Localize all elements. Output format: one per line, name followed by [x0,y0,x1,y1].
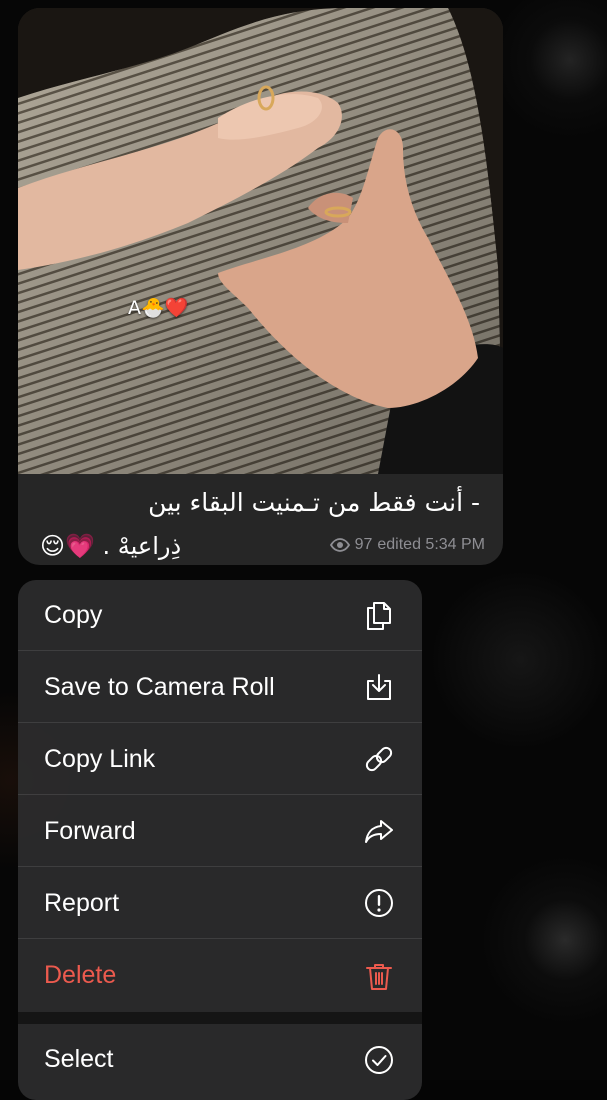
menu-item-label: Delete [44,961,362,990]
menu-item-delete[interactable]: Delete [18,940,422,1011]
message-caption-line2: 😌💗 . ذِراعيهْ [40,532,181,560]
menu-item-label: Forward [44,817,362,846]
trash-icon [362,959,396,993]
message-caption-line1: - أنت فقط من تـمنيت البقاء بين [40,486,480,520]
forward-arrow-icon [362,814,396,848]
photo-image [18,8,503,474]
menu-item-copy[interactable]: Copy [18,580,422,651]
copy-icon [362,598,396,632]
menu-item-select[interactable]: Select [18,1024,422,1095]
menu-item-label: Copy Link [44,745,362,774]
context-menu: Copy Save to Camera Roll Copy Link [18,580,422,1100]
menu-item-label: Select [44,1045,362,1074]
views-eye-icon [330,538,350,552]
menu-item-forward[interactable]: Forward [18,796,422,867]
photo-overlay-text: A🐣❤️ [128,296,188,319]
menu-item-label: Report [44,889,362,918]
exclamation-circle-icon [362,886,396,920]
link-icon [362,742,396,776]
menu-item-label: Save to Camera Roll [44,673,362,702]
menu-item-copy-link[interactable]: Copy Link [18,724,422,795]
message-bubble[interactable]: A🐣❤️ - أنت فقط من تـمنيت البقاء بين 😌💗 .… [18,8,503,565]
message-meta: 97 edited 5:34 PM [330,536,485,554]
message-photo[interactable]: A🐣❤️ [18,8,503,474]
menu-item-save-to-camera-roll[interactable]: Save to Camera Roll [18,652,422,723]
menu-section-divider [18,1012,422,1024]
save-download-icon [362,670,396,704]
edited-time: edited 5:34 PM [377,536,485,554]
checkmark-circle-icon [362,1043,396,1077]
menu-item-report[interactable]: Report [18,868,422,939]
views-count: 97 [355,536,373,554]
menu-item-label: Copy [44,601,362,630]
